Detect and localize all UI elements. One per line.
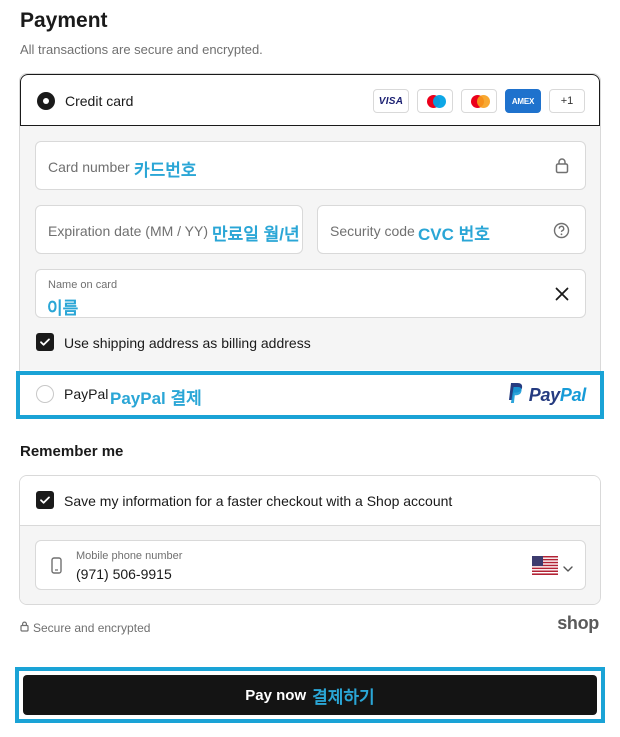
secure-note: Secure and encrypted — [20, 621, 150, 635]
page-subtitle: All transactions are secure and encrypte… — [20, 42, 263, 57]
card-number-field[interactable]: Card number 카드번호 — [35, 141, 586, 190]
save-info-row[interactable]: Save my information for a faster checkou… — [20, 476, 600, 526]
remember-me-box: Save my information for a faster checkou… — [19, 475, 601, 605]
paypal-logo-pal: Pal — [559, 385, 586, 405]
card-number-annotation: 카드번호 — [134, 161, 197, 180]
expiration-annotation: 만료일 월/년 — [212, 225, 300, 244]
paypal-p-icon — [506, 382, 524, 409]
name-on-card-value: 이름 — [47, 299, 79, 318]
phone-section: Mobile phone number (971) 506-9915 — [20, 526, 600, 604]
name-on-card-field[interactable]: Name on card 이름 — [35, 269, 586, 318]
more-brands-badge: +1 — [549, 89, 585, 113]
pay-now-highlight: Pay now 결제하기 — [15, 667, 605, 723]
security-code-field[interactable]: Security code CVC 번호 — [317, 205, 586, 254]
help-icon[interactable] — [553, 222, 570, 244]
payment-methods: Credit card VISA AMEX +1 Card number 카드번… — [19, 73, 601, 418]
country-selector[interactable] — [532, 556, 573, 580]
paypal-logo-pay: Pay — [528, 385, 560, 405]
paypal-logo: PayPal — [506, 382, 586, 409]
save-info-checkbox[interactable] — [36, 491, 54, 509]
expiration-placeholder: Expiration date (MM / YY) — [48, 223, 209, 239]
chevron-down-icon — [563, 559, 573, 577]
name-on-card-label: Name on card — [48, 279, 118, 291]
phone-value: (971) 506-9915 — [76, 566, 172, 582]
remember-me-title: Remember me — [20, 443, 124, 460]
pay-now-annotation: 결제하기 — [312, 687, 375, 707]
security-code-placeholder: Security code — [330, 223, 415, 239]
credit-card-label: Credit card — [65, 93, 134, 109]
paypal-radio[interactable] — [36, 385, 54, 403]
lock-icon — [555, 157, 569, 179]
save-info-label: Save my information for a faster checkou… — [64, 493, 453, 509]
shop-logo: shop — [557, 613, 599, 633]
pay-now-button[interactable]: Pay now 결제하기 — [23, 675, 597, 715]
amex-icon: AMEX — [505, 89, 541, 113]
phone-label: Mobile phone number — [76, 550, 183, 562]
security-code-annotation: CVC 번호 — [418, 225, 490, 244]
paypal-label: PayPal — [64, 386, 109, 402]
billing-address-checkbox[interactable] — [36, 333, 54, 351]
lock-icon — [20, 621, 29, 635]
us-flag-icon — [532, 556, 558, 580]
phone-icon — [51, 557, 62, 579]
maestro-icon — [417, 89, 453, 113]
secure-text: Secure and encrypted — [33, 621, 151, 635]
billing-address-label: Use shipping address as billing address — [64, 335, 311, 351]
credit-card-radio[interactable] — [37, 92, 55, 110]
paypal-annotation: PayPal 결제 — [110, 389, 202, 408]
clear-icon[interactable] — [555, 287, 569, 306]
paypal-option[interactable]: PayPal PayPal 결제 PayPal — [16, 371, 604, 419]
card-brands: VISA AMEX +1 — [373, 89, 585, 113]
page-title: Payment — [20, 9, 108, 32]
mastercard-icon — [461, 89, 497, 113]
phone-field[interactable]: Mobile phone number (971) 506-9915 — [35, 540, 586, 590]
credit-card-option[interactable]: Credit card VISA AMEX +1 — [20, 74, 600, 126]
visa-icon: VISA — [373, 89, 409, 113]
card-number-placeholder: Card number — [48, 159, 130, 175]
expiration-date-field[interactable]: Expiration date (MM / YY) 만료일 월/년 — [35, 205, 303, 254]
credit-card-form: Card number 카드번호 Expiration date (MM / Y… — [20, 126, 600, 370]
pay-now-label: Pay now — [245, 686, 307, 704]
